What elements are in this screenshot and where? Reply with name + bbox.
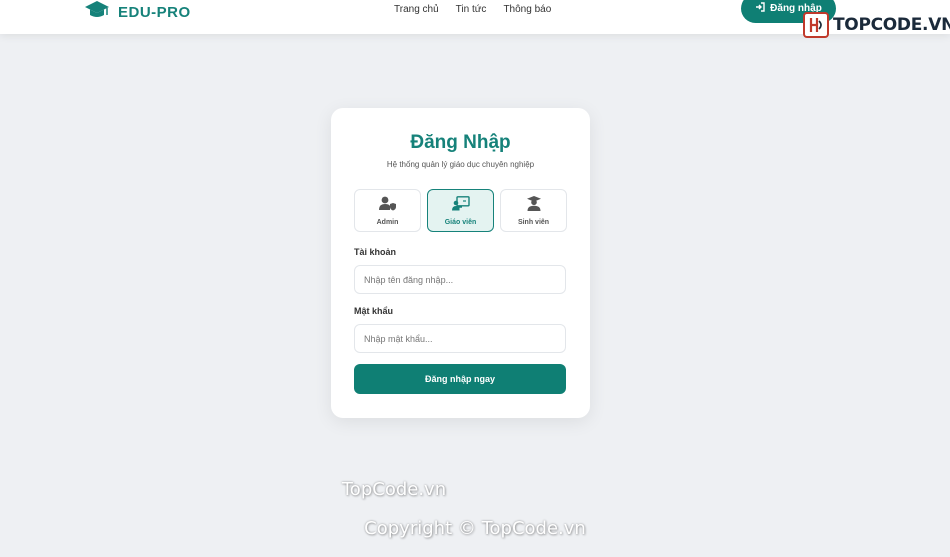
role-student-label: Sinh viên: [517, 218, 550, 226]
role-selector: Admin Giáo viên Sinh viên: [354, 189, 567, 232]
nav-notifications[interactable]: Thông báo: [503, 4, 551, 15]
brand-logo[interactable]: EDU-PRO: [84, 0, 191, 24]
main-nav: Trang chủ Tin tức Thông báo: [394, 4, 551, 15]
login-title: Đăng Nhập: [410, 132, 511, 153]
copyright-watermark: Copyright © TopCode.vn: [364, 518, 586, 539]
role-admin-label: Admin: [376, 218, 399, 226]
login-card: Đăng Nhập Hệ thống quản lý giáo dục chuy…: [331, 108, 590, 418]
topcode-logo-icon: [803, 12, 829, 38]
watermark-logo: TOPCODE.VN: [803, 12, 950, 38]
role-teacher-label: Giáo viên: [444, 218, 477, 226]
graduation-cap-icon: [84, 0, 110, 25]
role-teacher[interactable]: Giáo viên: [427, 189, 494, 232]
user-shield-icon: [378, 196, 397, 216]
chalkboard-teacher-icon: [451, 195, 470, 216]
nav-news[interactable]: Tin tức: [456, 4, 487, 15]
username-label: Tài khoản: [354, 247, 397, 257]
password-label: Mật khẩu: [354, 306, 394, 316]
password-input[interactable]: [354, 324, 566, 353]
role-student[interactable]: Sinh viên: [500, 189, 567, 232]
watermark-text: TopCode.vn: [341, 479, 447, 500]
sign-in-icon: [755, 2, 765, 15]
username-input[interactable]: [354, 265, 566, 294]
submit-login-button[interactable]: Đăng nhập ngay: [354, 364, 566, 394]
watermark-logo-text: TOPCODE.VN: [833, 15, 950, 35]
brand-name: EDU-PRO: [118, 3, 191, 21]
role-admin[interactable]: Admin: [354, 189, 421, 232]
login-subtitle: Hệ thống quản lý giáo dục chuyên nghiệp: [386, 160, 535, 169]
user-graduate-icon: [526, 195, 542, 216]
nav-home[interactable]: Trang chủ: [394, 4, 439, 15]
